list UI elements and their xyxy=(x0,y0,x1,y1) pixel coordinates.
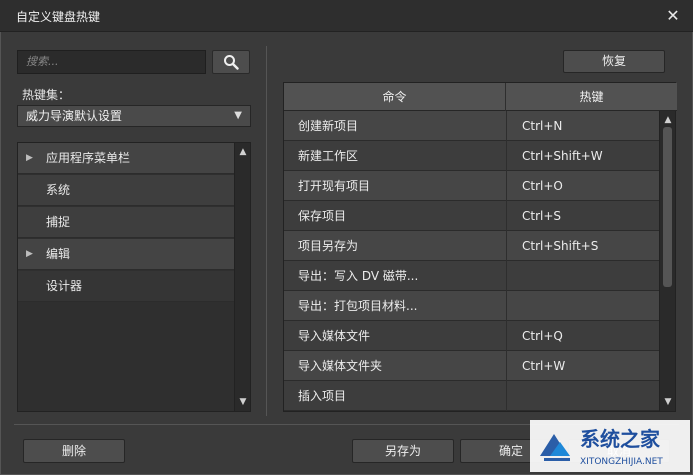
tree-item-label: 捕捉 xyxy=(46,215,71,229)
table-row[interactable]: 导入媒体文件夹 Ctrl+W xyxy=(284,351,659,381)
table-row[interactable]: 创建新项目 Ctrl+N xyxy=(284,111,659,141)
close-icon[interactable]: ✕ xyxy=(663,6,683,26)
hotkey-set-label: 热键集： xyxy=(22,88,71,102)
command-cell: 保存项目 xyxy=(298,209,347,223)
scroll-down-icon[interactable]: ▼ xyxy=(660,395,676,409)
delete-button[interactable]: 删除 xyxy=(23,439,125,463)
watermark-logo: 系统之家 XITONGZHIJIA.NET xyxy=(530,420,690,472)
hotkey-cell[interactable]: Ctrl+S xyxy=(522,201,561,231)
table-header: 命令 热键 xyxy=(284,83,677,111)
table-row[interactable]: 插入项目 xyxy=(284,381,659,411)
command-cell: 打开现有项目 xyxy=(298,179,371,193)
hotkey-cell[interactable]: Ctrl+O xyxy=(522,171,563,201)
expand-arrow-icon[interactable]: ▶ xyxy=(26,239,33,270)
hotkey-cell[interactable]: Ctrl+Shift+S xyxy=(522,231,598,261)
hotkey-cell[interactable]: Ctrl+W xyxy=(522,351,565,381)
hotkey-cell[interactable]: Ctrl+N xyxy=(522,111,562,141)
dropdown-caret-icon: ▼ xyxy=(234,110,242,121)
tree-item-designer[interactable]: 设计器 xyxy=(18,271,234,302)
tree-item-app-menu[interactable]: ▶ 应用程序菜单栏 xyxy=(18,143,234,174)
scroll-up-icon[interactable]: ▲ xyxy=(235,145,251,159)
save-as-button[interactable]: 另存为 xyxy=(352,439,454,463)
search-button[interactable] xyxy=(212,50,250,74)
command-cell: 创建新项目 xyxy=(298,119,359,133)
table-body: 创建新项目 Ctrl+N 新建工作区 Ctrl+Shift+W 打开现有项目 Ctrl… xyxy=(284,111,677,411)
title-bar: 自定义键盘热键 ✕ xyxy=(0,0,693,32)
hotkey-set-dropdown[interactable]: 威力导演默认设置 ▼ xyxy=(17,105,251,127)
expand-arrow-icon[interactable]: ▶ xyxy=(26,143,33,174)
command-cell: 导出：打包项目材料... xyxy=(298,299,418,313)
tree-item-label: 应用程序菜单栏 xyxy=(46,151,131,165)
table-row[interactable]: 新建工作区 Ctrl+Shift+W xyxy=(284,141,659,171)
column-header-hotkey[interactable]: 热键 xyxy=(506,83,677,111)
tree-scrollbar[interactable]: ▲ ▼ xyxy=(234,143,250,411)
restore-button[interactable]: 恢复 xyxy=(563,50,665,73)
window-title: 自定义键盘热键 xyxy=(16,10,101,24)
table-row[interactable]: 导出：写入 DV 磁带... xyxy=(284,261,659,291)
command-cell: 新建工作区 xyxy=(298,149,359,163)
scroll-down-icon[interactable]: ▼ xyxy=(235,395,251,409)
watermark-url: XITONGZHIJIA.NET xyxy=(580,457,663,467)
watermark-text: 系统之家 xyxy=(580,427,661,451)
scroll-thumb[interactable] xyxy=(663,127,672,287)
table-row[interactable]: 导入媒体文件 Ctrl+Q xyxy=(284,321,659,351)
command-cell: 导出：写入 DV 磁带... xyxy=(298,269,419,283)
hotkey-cell[interactable]: Ctrl+Shift+W xyxy=(522,141,603,171)
command-cell: 插入项目 xyxy=(298,389,347,403)
table-row[interactable]: 打开现有项目 Ctrl+O xyxy=(284,171,659,201)
table-row[interactable]: 项目另存为 Ctrl+Shift+S xyxy=(284,231,659,261)
table-scrollbar[interactable]: ▲ ▼ xyxy=(659,111,675,411)
tree-item-label: 编辑 xyxy=(46,247,71,261)
search-input[interactable]: 搜索... xyxy=(17,50,206,74)
tree-item-label: 系统 xyxy=(46,183,71,197)
panel-divider xyxy=(266,46,267,416)
tree-item-capture[interactable]: 捕捉 xyxy=(18,207,234,238)
search-icon xyxy=(224,55,239,70)
table-row[interactable]: 导出：打包项目材料... xyxy=(284,291,659,321)
hotkey-cell[interactable]: Ctrl+Q xyxy=(522,321,563,351)
column-header-command[interactable]: 命令 xyxy=(284,83,506,111)
command-cell: 导入媒体文件 xyxy=(298,329,371,343)
tree-item-system[interactable]: 系统 xyxy=(18,175,234,206)
command-category-tree: ▶ 应用程序菜单栏 系统 捕捉 ▶ 编辑 设计器 ▲ ▼ xyxy=(17,142,251,412)
table-row[interactable]: 保存项目 Ctrl+S xyxy=(284,201,659,231)
hotkey-table: 命令 热键 创建新项目 Ctrl+N 新建工作区 Ctrl+Shift+W 打开现有… xyxy=(283,82,677,412)
command-cell: 项目另存为 xyxy=(298,239,359,253)
tree-item-edit[interactable]: ▶ 编辑 xyxy=(18,239,234,270)
command-cell: 导入媒体文件夹 xyxy=(298,359,383,373)
scroll-up-icon[interactable]: ▲ xyxy=(660,113,676,127)
hotkey-set-value: 威力导演默认设置 xyxy=(26,109,123,123)
tree-item-label: 设计器 xyxy=(46,279,83,293)
